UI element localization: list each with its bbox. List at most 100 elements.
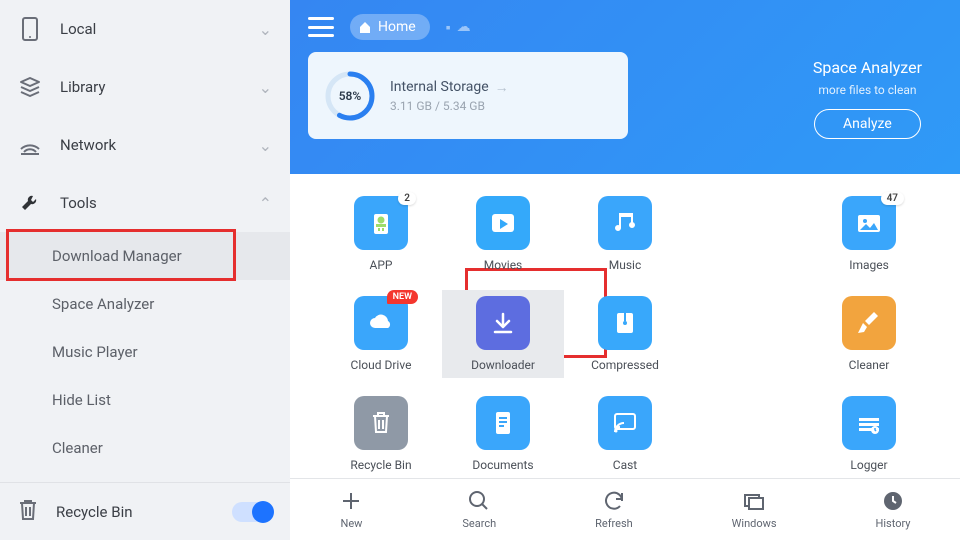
sd-icon: ▪ <box>446 19 451 36</box>
bottom-history[interactable]: History <box>876 489 911 530</box>
tile-label: Downloader <box>471 358 535 372</box>
download-icon <box>476 296 530 350</box>
bottom-label: Search <box>462 517 496 530</box>
tile-compressed[interactable]: Compressed <box>564 290 686 378</box>
tile-label: Compressed <box>591 358 659 372</box>
tile-grid: 2 APP Movies Music 47 Images NEW Cloud Drive Dow… <box>290 174 960 478</box>
sidebar-items: Local ⌄ Library ⌄ Network ⌄ Tools ⌃ Down… <box>0 0 290 482</box>
chevron-down-icon: ⌄ <box>259 78 272 97</box>
tile-logger[interactable]: Logger <box>808 390 930 478</box>
network-icon <box>18 133 42 157</box>
sidebar-item-tools[interactable]: Tools ⌃ <box>0 174 290 232</box>
tile-label: APP <box>370 258 393 272</box>
space-analyzer-panel: Space Analyzer more files to clean Analy… <box>813 58 922 139</box>
tools-sub-space-analyzer[interactable]: Space Analyzer <box>0 280 290 328</box>
movies-icon <box>476 196 530 250</box>
sidebar: Local ⌄ Library ⌄ Network ⌄ Tools ⌃ Down… <box>0 0 290 540</box>
storage-percent-ring: 58% <box>324 70 376 122</box>
main: Home ▪ ☁ 58% Internal Storage→ 3.11 GB /… <box>290 0 960 540</box>
sidebar-item-label: Tools <box>60 194 241 212</box>
doc-icon <box>476 396 530 450</box>
tile-label: Cleaner <box>849 358 890 372</box>
storage-name: Internal Storage→ <box>390 79 509 96</box>
tile-cleaner[interactable]: Cleaner <box>808 290 930 378</box>
count-badge: 47 <box>881 192 904 205</box>
tile-images[interactable]: 47 Images <box>808 190 930 278</box>
chevron-down-icon: ⌄ <box>259 20 272 39</box>
recycle-bin-label: Recycle Bin <box>56 503 214 521</box>
storage-size: 3.11 GB / 5.34 GB <box>390 99 509 113</box>
tile-music[interactable]: Music <box>564 190 686 278</box>
tools-sub-cleaner[interactable]: Cleaner <box>0 424 290 472</box>
sidebar-item-local[interactable]: Local ⌄ <box>0 0 290 58</box>
analyzer-title: Space Analyzer <box>813 58 922 77</box>
header-body: 58% Internal Storage→ 3.11 GB / 5.34 GB … <box>308 52 942 139</box>
analyzer-sub: more files to clean <box>818 83 916 97</box>
images-icon: 47 <box>842 196 896 250</box>
recycle-bin-row[interactable]: Recycle Bin <box>0 482 290 540</box>
tile-label: Cloud Drive <box>351 358 412 372</box>
sidebar-item-label: Hide List <box>52 391 111 409</box>
tools-sub-download-manager[interactable]: Download Manager <box>0 232 290 280</box>
tile-label: Cast <box>613 458 637 472</box>
bottom-bar: New Search Refresh Windows History <box>290 478 960 540</box>
trash-icon <box>18 499 38 525</box>
cloud-icon: NEW <box>354 296 408 350</box>
sidebar-item-library[interactable]: Library ⌄ <box>0 58 290 116</box>
top-row: Home ▪ ☁ <box>308 14 942 40</box>
storage-info: Internal Storage→ 3.11 GB / 5.34 GB <box>390 79 509 113</box>
chevron-down-icon: ⌄ <box>259 136 272 155</box>
logger-icon <box>842 396 896 450</box>
count-badge: 2 <box>398 192 416 205</box>
tile-cast[interactable]: Cast <box>564 390 686 478</box>
trash-icon <box>354 396 408 450</box>
home-icon <box>358 20 372 34</box>
tile-label: Movies <box>484 258 523 272</box>
tile-label: Logger <box>850 458 887 472</box>
tile-documents[interactable]: Documents <box>442 390 564 478</box>
sidebar-item-label: Network <box>60 136 241 154</box>
bottom-label: History <box>876 517 911 530</box>
new-badge: NEW <box>387 290 418 304</box>
sidebar-item-label: Space Analyzer <box>52 295 154 313</box>
recycle-toggle[interactable] <box>232 502 272 522</box>
storage-card[interactable]: 58% Internal Storage→ 3.11 GB / 5.34 GB <box>308 52 628 139</box>
header: Home ▪ ☁ 58% Internal Storage→ 3.11 GB /… <box>290 0 960 174</box>
sidebar-item-label: Cleaner <box>52 439 103 457</box>
sidebar-item-label: Download Manager <box>52 247 182 265</box>
music-icon <box>598 196 652 250</box>
cast-icon <box>598 396 652 450</box>
tile-label: Images <box>849 258 889 272</box>
bottom-refresh[interactable]: Refresh <box>595 489 633 530</box>
analyze-button[interactable]: Analyze <box>814 109 921 139</box>
search-icon <box>467 489 491 513</box>
tile-movies[interactable]: Movies <box>442 190 564 278</box>
bottom-windows[interactable]: Windows <box>732 489 777 530</box>
sidebar-item-network[interactable]: Network ⌄ <box>0 116 290 174</box>
storage-percent-text: 58% <box>324 70 376 122</box>
tile-recycle-bin[interactable]: Recycle Bin <box>320 390 442 478</box>
bottom-label: New <box>340 517 362 530</box>
tile-downloader[interactable]: Downloader <box>442 290 564 378</box>
wrench-icon <box>18 191 42 215</box>
refresh-icon <box>602 489 626 513</box>
app-icon: 2 <box>354 196 408 250</box>
windows-icon <box>742 489 766 513</box>
bottom-search[interactable]: Search <box>462 489 496 530</box>
tools-sub-music-player[interactable]: Music Player <box>0 328 290 376</box>
tile-cloud-drive[interactable]: NEW Cloud Drive <box>320 290 442 378</box>
tools-sub-hide-list[interactable]: Hide List <box>0 376 290 424</box>
hamburger-icon[interactable] <box>308 17 334 37</box>
tile-label: Music <box>609 258 641 272</box>
layers-icon <box>18 75 42 99</box>
sidebar-item-label: Music Player <box>52 343 138 361</box>
brush-icon <box>842 296 896 350</box>
arrow-icon: → <box>495 79 509 96</box>
home-label: Home <box>378 19 416 35</box>
tile-app[interactable]: 2 APP <box>320 190 442 278</box>
breadcrumb-home[interactable]: Home <box>350 14 430 40</box>
breadcrumb-extras: ▪ ☁ <box>446 19 471 36</box>
cloud-icon: ☁ <box>457 19 471 36</box>
plus-icon <box>339 489 363 513</box>
bottom-new[interactable]: New <box>339 489 363 530</box>
